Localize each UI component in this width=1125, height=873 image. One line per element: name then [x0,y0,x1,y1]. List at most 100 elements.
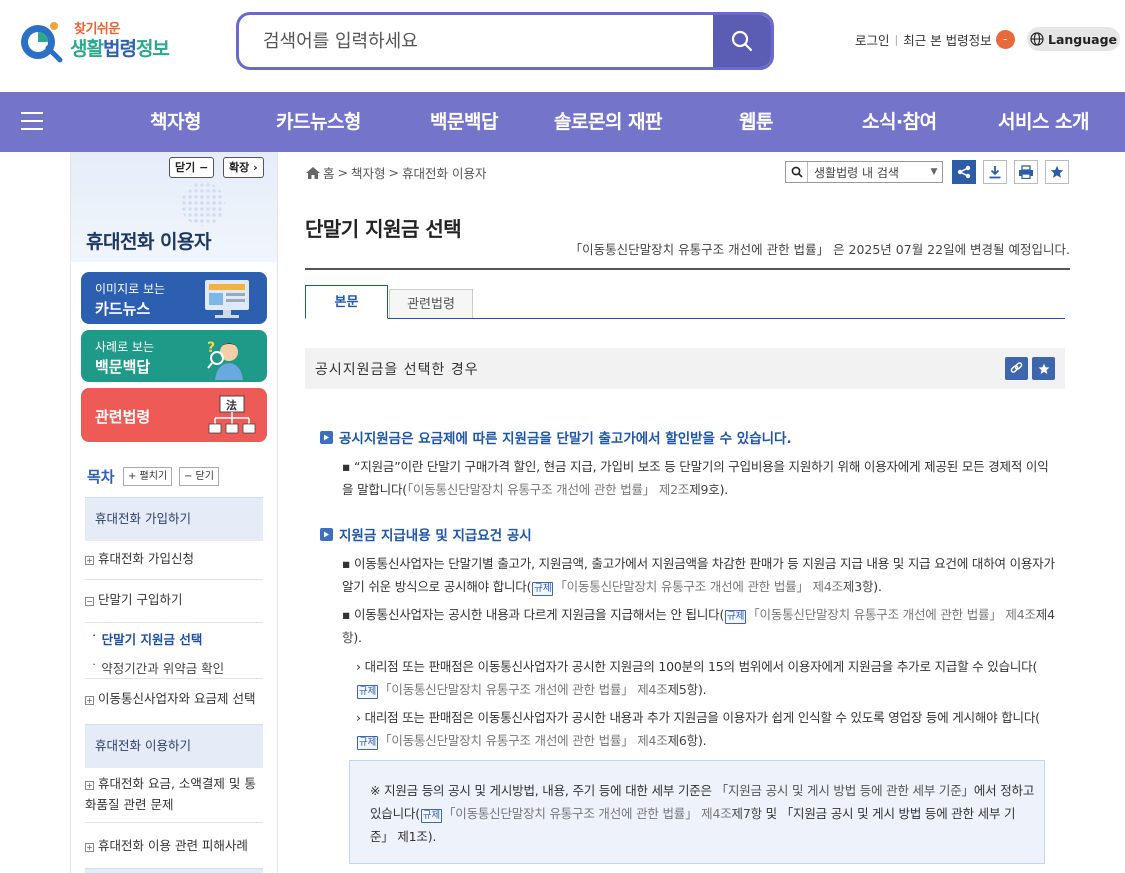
inner-search-label: 생활법령 내 검색 [814,165,899,180]
star-icon [1038,363,1049,374]
regulation-tag: 규제 [357,685,379,699]
toc-sub-contract-penalty[interactable]: ˙ 약정기간과 위약금 확인 [91,658,224,677]
section-header: 공시지원금을 선택한 경우 [305,348,1065,389]
divider [85,678,263,679]
regulation-tag: 규제 [420,809,442,823]
toc-item-damage-cases[interactable]: + 휴대전화 이용 관련 피해사례 [85,835,263,856]
nav-item-news[interactable]: 소식·참여 [862,92,937,152]
collapse-minus-icon: − [85,597,94,606]
paragraph-subsidy-definition: ▪ “지원금”이란 단말기 구매가격 할인, 현금 지급, 가입비 보조 등 단… [342,459,1049,497]
tab-main-content[interactable]: 본문 [305,285,388,319]
arrow-bullet-icon [320,430,333,444]
search-button[interactable] [713,15,771,67]
logo-mark-icon [21,22,63,63]
heading-disclosure: 지원금 지급내용 및 지급요건 공시 [320,524,532,544]
reference-note-text: ※ 지원금 등의 공시 및 게시방법, 내용, 주기 등에 대한 세부 기준은 … [370,783,1035,844]
search-input[interactable] [239,15,717,67]
sidebar-expand-button[interactable]: 확장 › [223,157,264,178]
promo-cardnews[interactable]: 이미지로 보는 카드뉴스 [81,272,267,324]
expand-plus-icon: + [85,781,94,790]
law-reference-link[interactable]: 「이동통신단말장치 유통구조 개선에 관한 법률」 제4조제3항 [554,579,873,594]
toc-item-billing-quality[interactable]: + 휴대전화 요금, 소액결제 및 통화품질 관련 문제 [85,773,263,815]
sidebar-header: 닫기 − 확장 › 휴대전화 이용자 [71,152,277,262]
toc-section-use[interactable]: 휴대전화 이용하기 [85,724,263,768]
hamburger-menu-icon[interactable] [21,112,43,131]
nav-item-solomon[interactable]: 솔로몬의 재판 [554,92,663,152]
sidebar-close-button[interactable]: 닫기 − [169,157,215,178]
expand-plus-icon: + [85,843,94,852]
print-button[interactable] [1014,160,1038,184]
bookmark-button[interactable] [1045,160,1069,184]
main-search [236,12,774,70]
logo-title: 생활법령정보 [70,38,170,60]
toc-collapse-button[interactable]: − 닫기 [179,467,219,486]
law-reference-link[interactable]: 「이동통신단말장치 유통구조 개선에 관한 법률」 제2조제9호 [407,482,720,497]
decorative-dots [181,182,225,226]
paragraph-store-posting: › 대리점 또는 판매점은 이동통신사업자가 공시한 내용과 추가 지원금을 이… [356,710,1040,750]
section-bookmark-button[interactable] [1032,357,1055,380]
home-icon[interactable] [306,166,320,179]
regulation-tag: 규제 [725,610,747,624]
svg-text:法: 法 [226,398,237,412]
toc-item-carrier-plan[interactable]: + 이동통신사업자와 요금제 선택 [85,688,263,709]
toc-section-join[interactable]: 휴대전화 가입하기 [85,497,263,541]
toc-expand-button[interactable]: + 펼치기 [123,467,173,486]
nav-item-booklet[interactable]: 책자형 [150,92,201,152]
breadcrumb-home[interactable]: 홈 [323,163,335,182]
language-button[interactable]: Language [1027,27,1120,51]
nav-item-qa[interactable]: 백문백답 [430,92,498,152]
link-icon [1010,362,1023,373]
toc-title: 목차 [87,468,115,486]
print-icon [1019,165,1033,179]
nav-item-webtoon[interactable]: 웹툰 [739,92,773,152]
paragraph-disclosure-duty: ▪ 이동통신사업자는 단말기별 출고가, 지원금액, 출고가에서 지원금액을 차… [342,556,1055,596]
reference-note-box: ※ 지원금 등의 공시 및 게시방법, 내용, 주기 등에 대한 세부 기준은 … [349,760,1045,864]
search-icon [731,30,753,52]
paragraph-no-deviation: ▪ 이동통신사업자는 공시한 내용과 다르게 지원금을 지급해서는 안 됩니다(… [342,607,1055,645]
dropdown-arrow-icon: ▼ [930,167,938,177]
person-question-icon: ? [207,340,243,380]
login-link[interactable]: 로그인 [855,30,890,49]
site-logo[interactable]: 찾기쉬운 생활법령정보 [18,16,183,66]
arrow-bullet-icon [320,527,333,541]
sidebar-title: 휴대전화 이용자 [86,231,211,253]
heading-public-subsidy: 공시지원금은 요금제에 따른 지원금을 단말기 출고가에서 할인받을 수 있습니… [320,427,792,447]
recent-count-badge: - [995,30,1015,49]
copy-link-button[interactable] [1005,357,1028,380]
promo-cardnews-subtitle: 이미지로 보는 [95,282,166,296]
promo-qa[interactable]: 사례로 보는 백문백답 ? [81,330,267,382]
toc-section-next [85,868,263,873]
download-button[interactable] [983,160,1007,184]
inner-search-select[interactable]: 생활법령 내 검색 ▼ [785,161,943,183]
divider: | [894,33,899,46]
standard-reference-link[interactable]: 「지원금 공시 및 게시 방법 등에 관한 세부 기준」 [716,783,974,798]
law-reference-link[interactable]: 「이동통신단말장치 유통구조 개선에 관한 법률」 제4조제5항 [379,682,698,697]
breadcrumb-booklet[interactable]: 책자형 [351,163,386,182]
breadcrumb-current[interactable]: 휴대전화 이용자 [402,163,486,182]
download-icon [989,166,1001,179]
toc-item-signup[interactable]: + 휴대전화 가입신청 [85,548,263,569]
nav-item-cardnews[interactable]: 카드뉴스형 [276,92,361,152]
expand-plus-icon: + [85,696,94,705]
law-reference-link[interactable]: 「이동통신단말장치 유통구조 개선에 관한 법률」 제4조제6항 [379,733,698,748]
regulation-tag: 규제 [532,582,554,596]
toc-sub-device-subsidy[interactable]: ˙ 단말기 지원금 선택 [91,629,202,648]
tab-related-laws[interactable]: 관련법령 [389,289,473,318]
news-monitor-icon [205,280,249,318]
divider [305,318,1065,319]
promo-laws-title: 관련법령 [95,408,151,426]
share-button[interactable] [952,160,976,184]
star-icon [1050,165,1064,178]
share-icon [957,165,971,179]
recent-laws-link[interactable]: 최근 본 법령정보 [903,30,991,49]
amendment-notice: 「이동통신단말장치 유통구조 개선에 관한 법률」 은 2025년 07월 22… [569,242,1070,257]
divider [85,622,263,623]
law-reference-link[interactable]: 「이동통신단말장치 유통구조 개선에 관한 법률」 제4조제7항 [443,806,762,821]
divider [85,579,263,580]
promo-qa-title: 백문백답 [95,358,151,376]
law-tree-icon: 法 [208,395,256,434]
nav-item-about[interactable]: 서비스 소개 [998,92,1090,152]
sidebar: 닫기 − 확장 › 휴대전화 이용자 이미지로 보는 카드뉴스 사례로 보는 백… [70,152,278,873]
toc-item-buy-device[interactable]: − 단말기 구입하기 [85,589,263,610]
promo-laws[interactable]: 관련법령 法 [81,388,267,442]
